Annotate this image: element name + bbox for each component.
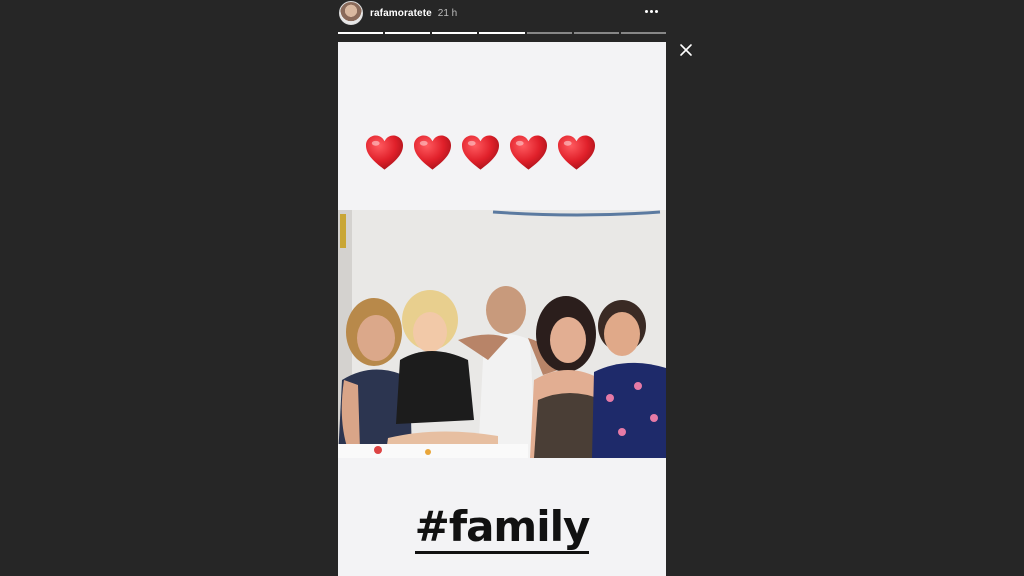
timestamp: 21 h (437, 7, 458, 19)
avatar[interactable] (339, 1, 363, 25)
progress-segment (620, 32, 666, 34)
hearts-sticker (365, 134, 596, 172)
progress-segment (526, 32, 572, 34)
story-viewer: rafamoratete 21 h #family (338, 0, 666, 576)
heart-icon (413, 135, 452, 170)
story-header: rafamoratete 21 h (338, 0, 666, 26)
close-icon[interactable] (679, 43, 693, 57)
heart-icon (509, 135, 548, 170)
hashtag-text: #family (414, 502, 590, 554)
heart-icon (557, 135, 596, 170)
progress-segment (479, 32, 525, 34)
story-progress-bar (338, 32, 666, 34)
heart-icon (461, 135, 500, 170)
progress-segment (573, 32, 619, 34)
heart-icon (365, 135, 404, 170)
username[interactable]: rafamoratete (370, 8, 432, 19)
progress-segment (432, 32, 478, 34)
story-content[interactable]: #family (338, 42, 666, 576)
family-photo (338, 210, 666, 458)
progress-segment (338, 32, 384, 34)
more-options-icon[interactable] (642, 5, 660, 17)
hashtag-sticker: #family (338, 502, 666, 554)
progress-segment (385, 32, 431, 34)
